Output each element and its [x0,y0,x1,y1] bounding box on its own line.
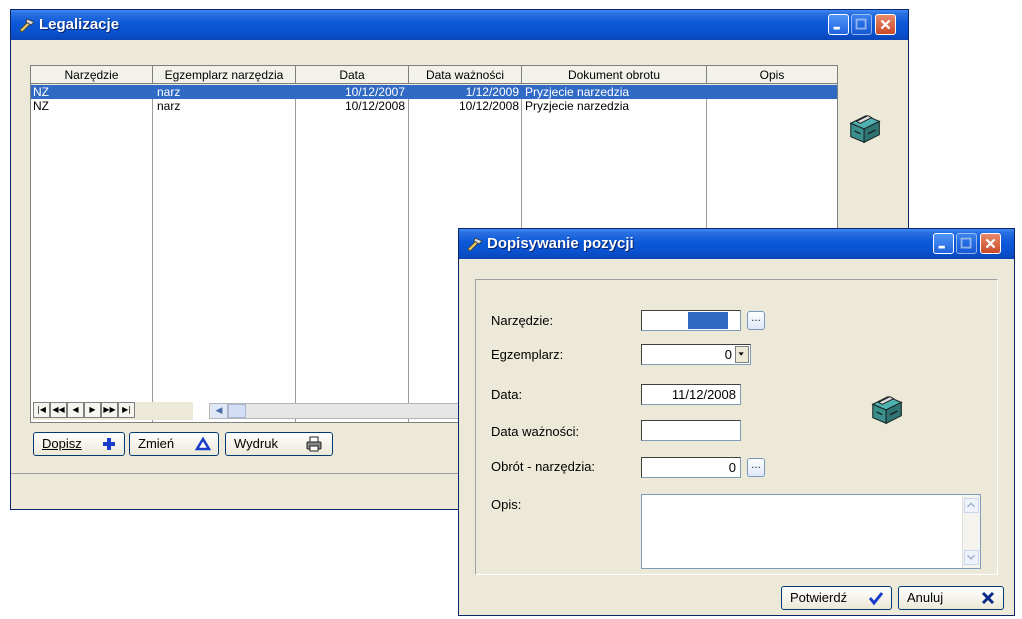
narzedzie-value: 0 [728,313,736,328]
obrot-label: Obrót - narzędzia: [491,459,596,474]
obrot-browse-button[interactable]: ... [747,458,765,477]
next-record-icon[interactable]: ▶ [84,402,101,418]
data-field[interactable]: 11/12/2008 [641,384,741,405]
dialog-title: Dopisywanie pozycji [487,235,634,252]
table-row[interactable]: NZ narz 10/12/2008 10/12/2008 Pryzjecie … [31,99,837,113]
cell-data-waznosci: 1/12/2009 [465,85,519,99]
dialog-minimize-button[interactable] [933,233,954,254]
data-waznosci-field[interactable] [641,420,741,441]
col-header-egzemplarz[interactable]: Egzemplarz narzędzia [153,66,296,84]
main-title: Legalizacje [39,16,120,33]
opis-vertical-scrollbar[interactable] [962,495,980,568]
narzedzie-browse-button[interactable]: ... [747,311,765,330]
narzedzie-selection [688,312,728,329]
maximize-button[interactable] [851,14,872,35]
data-waznosci-label: Data ważności: [491,424,580,439]
scroll-up-icon[interactable] [964,498,979,513]
dialog-close-button[interactable] [980,233,1001,254]
last-record-icon[interactable]: ▶| [118,402,135,418]
grid-header: Narzędzie Egzemplarz narzędzia Data Data… [31,66,837,85]
triangle-icon [195,436,211,451]
zmien-button[interactable]: Zmień [129,432,219,456]
close-icon [981,591,995,605]
col-divider [408,85,409,422]
opis-label: Opis: [491,497,522,512]
egzemplarz-value: 0 [724,347,732,362]
col-divider [152,85,153,422]
main-titlebar[interactable]: Legalizacje [11,10,908,40]
col-header-data[interactable]: Data [296,66,409,84]
egzemplarz-dropdown-button[interactable] [735,346,749,363]
anuluj-button[interactable]: Anuluj [898,586,1004,610]
record-navigator: |◀ ◀◀ ◀ ▶ ▶▶ ▶| [33,402,193,420]
plus-icon [103,438,115,450]
data-label: Data: [491,387,523,402]
scroll-left-icon[interactable]: ◀ [211,404,228,418]
prev-record-icon[interactable]: ◀ [67,402,84,418]
wydruk-label: Wydruk [234,436,278,451]
scroll-thumb[interactable] [228,404,246,418]
tool-icon [19,18,35,32]
data-value: 11/12/2008 [671,387,736,402]
col-header-opis[interactable]: Opis [707,66,837,84]
cell-egzemplarz: narz [157,85,181,99]
printer-icon [306,436,322,452]
obrot-value: 0 [728,460,736,475]
scroll-down-icon[interactable] [964,550,979,565]
cell-egzemplarz: narz [157,99,181,113]
toolbox-icon [849,115,881,144]
next-page-icon[interactable]: ▶▶ [101,402,118,418]
dialog-maximize-button[interactable] [956,233,977,254]
potwierdz-label: Potwierdź [790,590,848,605]
cell-data: 10/12/2008 [344,99,405,113]
col-header-narzedzie[interactable]: Narzędzie [31,66,153,84]
toolbox-icon [871,396,903,425]
table-row[interactable]: NZ narz 10/12/2007 1/12/2009 Pryzjecie n… [31,85,837,99]
col-divider [295,85,296,422]
egzemplarz-label: Egzemplarz: [491,347,564,362]
dopisz-button[interactable]: Dopisz [33,432,125,456]
dialog-titlebar[interactable]: Dopisywanie pozycji [459,229,1014,259]
cell-narzedzie: NZ [33,99,49,113]
cell-dokument: Pryzjecie narzedzia [525,99,630,113]
minimize-button[interactable] [828,14,849,35]
cell-data: 10/12/2007 [344,85,405,99]
narzedzie-label: Narzędzie: [491,313,554,328]
obrot-field[interactable]: 0 [641,457,741,478]
opis-memo[interactable] [641,494,981,569]
tool-icon [467,237,483,251]
zmien-label: Zmień [138,436,175,451]
cell-data-waznosci: 10/12/2008 [458,99,519,113]
col-header-data-waznosci[interactable]: Data ważności [409,66,522,84]
checkmark-icon [868,592,884,606]
close-button[interactable] [875,14,896,35]
col-header-dokument[interactable]: Dokument obrotu [522,66,707,84]
first-record-icon[interactable]: |◀ [33,402,50,418]
prev-page-icon[interactable]: ◀◀ [50,402,67,418]
wydruk-button[interactable]: Wydruk [225,432,333,456]
dopisz-label: Dopisz [42,436,82,451]
chevron-down-icon [738,352,744,356]
potwierdz-button[interactable]: Potwierdź [781,586,892,610]
cell-narzedzie: NZ [33,85,49,99]
narzedzie-field[interactable]: 0 [641,310,741,331]
dopisywanie-dialog: Dopisywanie pozycji Narzędzie: 0 ... Egz… [458,228,1015,616]
anuluj-label: Anuluj [907,590,944,605]
cell-dokument: Pryzjecie narzedzia [525,85,630,99]
